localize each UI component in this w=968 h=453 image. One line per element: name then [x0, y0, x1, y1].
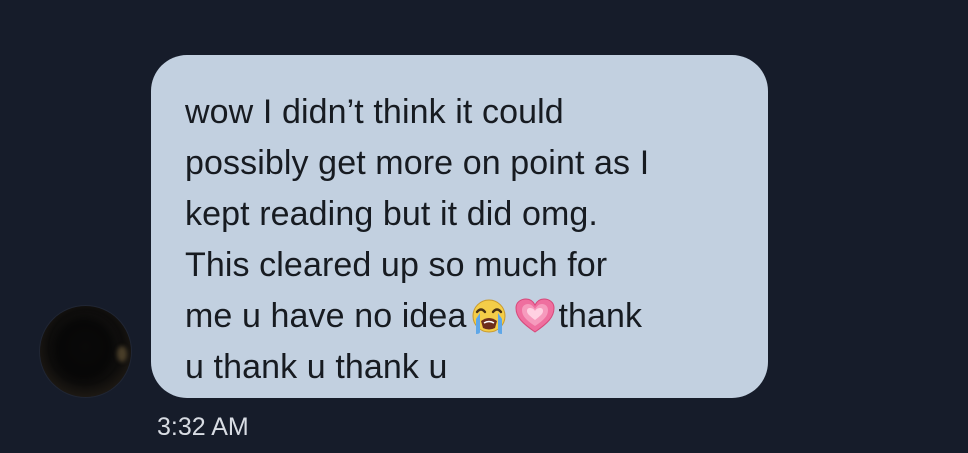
message-line-6: u thank u thank u	[185, 348, 448, 386]
avatar-highlight	[117, 346, 127, 362]
growing-heart-icon	[514, 297, 556, 335]
chat-screen: wow I didn’t think it could possibly get…	[0, 0, 968, 453]
message-line-1: wow I didn’t think it could	[185, 93, 564, 131]
avatar-shadow	[54, 318, 114, 380]
avatar[interactable]	[40, 306, 131, 397]
loudly-crying-face-icon	[468, 297, 510, 335]
message-timestamp: 3:32 AM	[157, 413, 249, 441]
message-line-5-start: me u have no idea	[185, 297, 467, 335]
message-bubble[interactable]: wow I didn’t think it could possibly get…	[151, 55, 768, 398]
message-line-2: possibly get more on point as I	[185, 144, 650, 182]
message-line-4: This cleared up so much for	[185, 246, 608, 284]
message-text: wow I didn’t think it could possibly get…	[185, 87, 748, 393]
message-line-3: kept reading but it did omg.	[185, 195, 598, 233]
message-line-5-end: thank	[558, 297, 643, 335]
